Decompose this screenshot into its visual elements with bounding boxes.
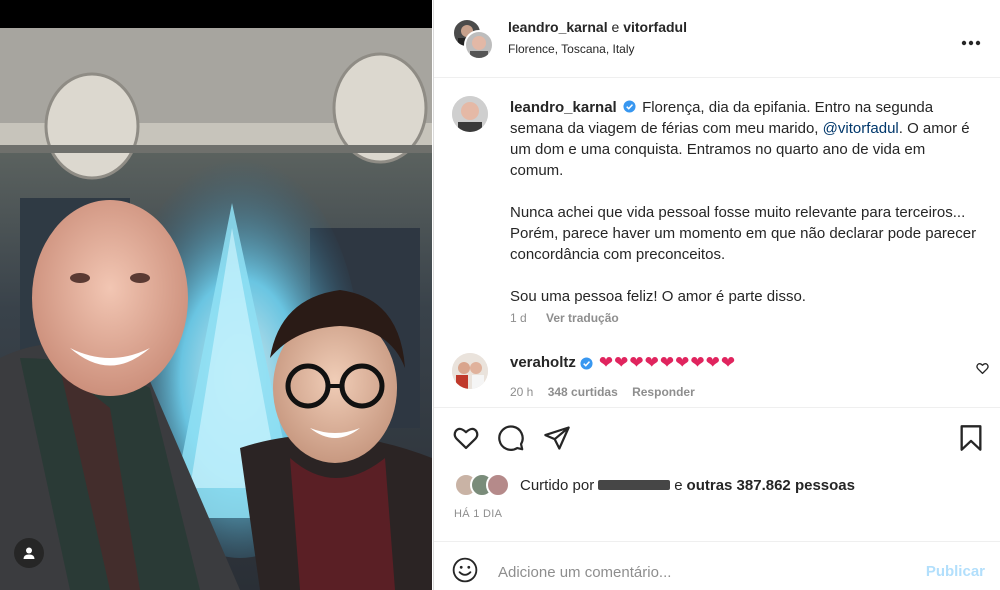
share-icon — [544, 426, 570, 450]
post-authors: leandro_karnal e vitorfadul — [508, 19, 687, 35]
likes-count-link[interactable]: outras 387.862 pessoas — [687, 477, 855, 494]
coauthor-username[interactable]: vitorfadul — [623, 19, 687, 35]
comment-button[interactable] — [497, 424, 525, 457]
caption-paragraph: Sou uma pessoa feliz! O amor é parte dis… — [510, 288, 806, 305]
more-options-button[interactable] — [961, 26, 981, 52]
save-button[interactable] — [958, 424, 984, 457]
comment-meta: 20 h 348 curtidas Responder — [510, 385, 706, 399]
translate-button[interactable]: Ver tradução — [546, 311, 619, 325]
bookmark-icon — [960, 425, 982, 451]
comment-box-divider — [434, 541, 1000, 542]
more-options-icon — [961, 40, 981, 46]
liker-avatars — [454, 473, 512, 497]
photo-panel — [0, 0, 432, 590]
collab-avatars[interactable] — [452, 18, 494, 60]
verified-badge-icon — [580, 356, 593, 370]
user-tag-button[interactable] — [14, 538, 44, 568]
avatar — [464, 30, 494, 60]
post-location[interactable]: Florence, Toscana, Italy — [508, 42, 635, 56]
share-button[interactable] — [543, 424, 571, 457]
caption-meta: 1 d Ver tradução — [510, 311, 635, 325]
caption-age: 1 d — [510, 311, 527, 325]
comment-like-button[interactable] — [976, 362, 989, 380]
emoji-button[interactable] — [452, 557, 478, 588]
comment-likes-link[interactable]: 348 curtidas — [548, 385, 618, 399]
caption-paragraph: Nunca achei que vida pessoal fosse muito… — [510, 204, 977, 263]
avatar — [486, 473, 510, 497]
caption-username[interactable]: leandro_karnal — [510, 99, 617, 116]
comment-age: 20 h — [510, 385, 534, 399]
post-timestamp[interactable]: HÁ 1 DIA — [454, 508, 502, 520]
comment-input[interactable] — [496, 558, 900, 586]
reply-button[interactable]: Responder — [632, 385, 695, 399]
author-username[interactable]: leandro_karnal — [508, 19, 608, 35]
heart-icon — [976, 363, 989, 375]
likes-summary: Curtido por e outras 387.862 pessoas — [454, 472, 855, 498]
user-tag-icon — [23, 547, 35, 559]
post-header: leandro_karnal e vitorfadul Florence, To… — [434, 0, 1000, 78]
emoji-icon — [452, 557, 478, 583]
comment-text: ❤❤❤❤❤❤❤❤❤ — [598, 353, 737, 372]
photo-illustration — [0, 28, 432, 590]
publish-button[interactable]: Publicar — [926, 563, 985, 580]
avatar[interactable] — [452, 96, 488, 132]
post-photo[interactable] — [0, 28, 432, 590]
likes-and: e — [674, 476, 683, 494]
likes-prefix: Curtido por — [520, 476, 595, 494]
verified-badge-icon — [623, 100, 636, 113]
avatar[interactable] — [452, 353, 488, 389]
heart-icon — [453, 427, 479, 450]
caption-mention[interactable]: @vitorfadul — [823, 120, 899, 137]
authors-conjunction: e — [611, 19, 620, 35]
post-caption: leandro_karnal Florença, dia da epifania… — [510, 97, 980, 328]
post-details-panel: leandro_karnal e vitorfadul Florence, To… — [433, 0, 1000, 590]
actions-divider — [434, 407, 1000, 408]
comment: veraholtz ❤❤❤❤❤❤❤❤❤ — [510, 353, 736, 373]
redacted-username — [598, 480, 671, 490]
like-button[interactable] — [452, 424, 480, 457]
comment-icon — [498, 425, 524, 451]
comment-username[interactable]: veraholtz — [510, 353, 576, 373]
